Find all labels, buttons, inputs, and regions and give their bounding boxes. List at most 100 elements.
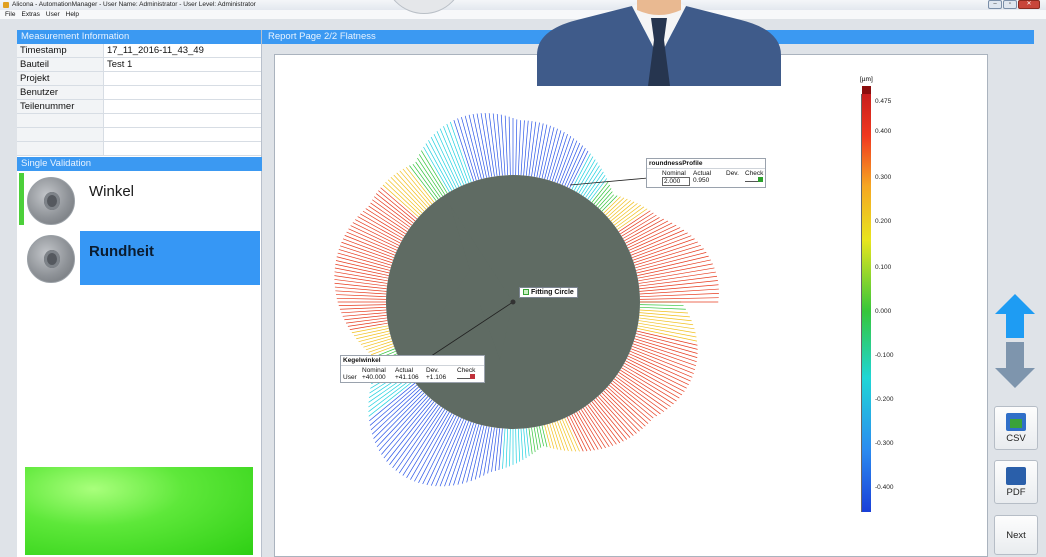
part-thumbnail-icon: [27, 235, 75, 283]
maximize-button[interactable]: ▫: [1003, 0, 1017, 9]
row-value[interactable]: [103, 72, 261, 85]
validation-item-label: Rundheit: [89, 243, 154, 260]
scale-tick-label: -0.200: [875, 396, 894, 403]
row-key: [17, 128, 103, 141]
col-header: Check: [457, 367, 476, 374]
cell-actual: +41.106: [395, 374, 419, 381]
scale-tick-label: 0.200: [875, 218, 892, 225]
roundness-annotation[interactable]: roundnessProfile Nominal Actual Dev. Che…: [646, 158, 766, 188]
report-panel: Report Page 2/2 Flatness: [262, 30, 1034, 557]
annotation-title: Kegelwinkel: [341, 356, 484, 366]
row-value[interactable]: [103, 142, 261, 155]
scale-trace: [842, 94, 862, 512]
col-header: [649, 170, 659, 177]
table-row: [17, 114, 261, 128]
csv-file-icon: [1006, 413, 1026, 431]
menu-bar: File Extras User Help: [0, 10, 1046, 19]
measurement-info-header: Measurement Information: [17, 30, 261, 44]
row-key: Benutzer: [17, 86, 103, 99]
scale-unit: [µm]: [860, 76, 873, 83]
validation-item-rundheit[interactable]: Rundheit: [17, 231, 262, 287]
row-key: Projekt: [17, 72, 103, 85]
table-row: Bauteil Test 1: [17, 58, 261, 72]
cell-dev: [726, 177, 742, 186]
row-value[interactable]: [103, 114, 261, 127]
part-thumbnail-icon: [27, 177, 75, 225]
menu-help[interactable]: Help: [66, 10, 79, 19]
status-indicator: [19, 173, 24, 225]
cell-nominal: +40.000: [362, 374, 386, 381]
cell-user: User: [343, 374, 357, 381]
table-row: Benutzer: [17, 86, 261, 100]
table-row: Timestamp 17_11_2016-11_43_49: [17, 44, 261, 58]
annotation-title: roundnessProfile: [647, 159, 765, 169]
col-header: Nominal: [662, 170, 686, 177]
row-key: Timestamp: [17, 44, 103, 57]
validation-item-winkel[interactable]: Winkel: [17, 173, 262, 229]
cell-actual: 0.950: [693, 177, 710, 184]
row-value[interactable]: 17_11_2016-11_43_49: [103, 44, 261, 57]
table-row: Projekt: [17, 72, 261, 86]
check-indicator-icon: [745, 177, 763, 182]
scale-tick-label: 0.400: [875, 128, 892, 135]
col-header: Check: [745, 170, 764, 177]
menu-extras[interactable]: Extras: [21, 10, 39, 19]
table-row: [17, 128, 261, 142]
col-header: Dev.: [726, 170, 739, 177]
cell: [649, 177, 659, 186]
user-avatar-icon: [537, 0, 781, 86]
row-value[interactable]: Test 1: [103, 58, 261, 71]
row-value[interactable]: [103, 100, 261, 113]
check-indicator-icon: [457, 374, 475, 379]
validation-item-label: Winkel: [89, 183, 135, 200]
scale-tick-label: 0.475: [875, 98, 892, 105]
scale-tick-label: -0.400: [875, 484, 894, 491]
title-bar: Alicona - AutomationManager - User Name:…: [0, 0, 1046, 10]
single-validation-header: Single Validation: [17, 157, 262, 171]
kegelwinkel-annotation[interactable]: Kegelwinkel Nominal Actual Dev. Check Us…: [340, 355, 485, 383]
single-validation-panel: Single Validation Winkel Rundheit: [17, 157, 262, 289]
row-value[interactable]: [103, 86, 261, 99]
fitting-circle-text: Fitting Circle: [531, 289, 574, 296]
csv-export-button[interactable]: CSV: [994, 406, 1038, 450]
col-header: Actual: [693, 170, 712, 177]
menu-file[interactable]: File: [5, 10, 15, 19]
printer-icon: [1006, 467, 1026, 485]
col-header: Nominal: [362, 367, 386, 374]
close-button[interactable]: ✕: [1018, 0, 1040, 9]
left-panel: Measurement Information Timestamp 17_11_2…: [17, 30, 262, 557]
col-header: Dev.: [426, 367, 439, 374]
next-button[interactable]: Next: [994, 515, 1038, 555]
overall-status-indicator: [25, 467, 253, 555]
check-box-icon: [523, 289, 529, 295]
scale-gradient-bar: [862, 94, 871, 512]
row-key: Bauteil: [17, 58, 103, 71]
window-title: Alicona - AutomationManager - User Name:…: [12, 1, 256, 8]
next-label: Next: [1006, 530, 1026, 541]
scale-tick-label: 0.000: [875, 308, 892, 315]
arrow-down-icon[interactable]: [995, 342, 1035, 388]
color-scale: [µm] 0.475 0.400 0.300 0.200 0.100 0.000 -0.10…: [842, 76, 902, 512]
table-row: [17, 142, 261, 156]
col-header: [343, 367, 359, 374]
row-key: [17, 114, 103, 127]
scale-tick-label: -0.100: [875, 352, 894, 359]
fitting-circle-label[interactable]: Fitting Circle: [519, 287, 578, 298]
app-icon: [3, 2, 9, 8]
cell-dev: +1.106: [426, 374, 447, 381]
scale-tick-label: -0.300: [875, 440, 894, 447]
menu-user[interactable]: User: [46, 10, 60, 19]
scale-tick-label: 0.100: [875, 264, 892, 271]
row-key: Teilenummer: [17, 100, 103, 113]
window-controls: – ▫ ✕: [988, 0, 1040, 10]
pdf-export-button[interactable]: PDF: [994, 460, 1038, 504]
minimize-button[interactable]: –: [988, 0, 1002, 9]
arrow-up-icon[interactable]: [995, 294, 1035, 338]
col-header: Actual: [395, 367, 414, 374]
row-key: [17, 142, 103, 155]
table-row: Teilenummer: [17, 100, 261, 114]
row-value[interactable]: [103, 128, 261, 141]
scale-max-swatch: [862, 86, 871, 94]
cell-nominal[interactable]: 2.000: [662, 177, 690, 186]
csv-label: CSV: [1006, 433, 1026, 444]
